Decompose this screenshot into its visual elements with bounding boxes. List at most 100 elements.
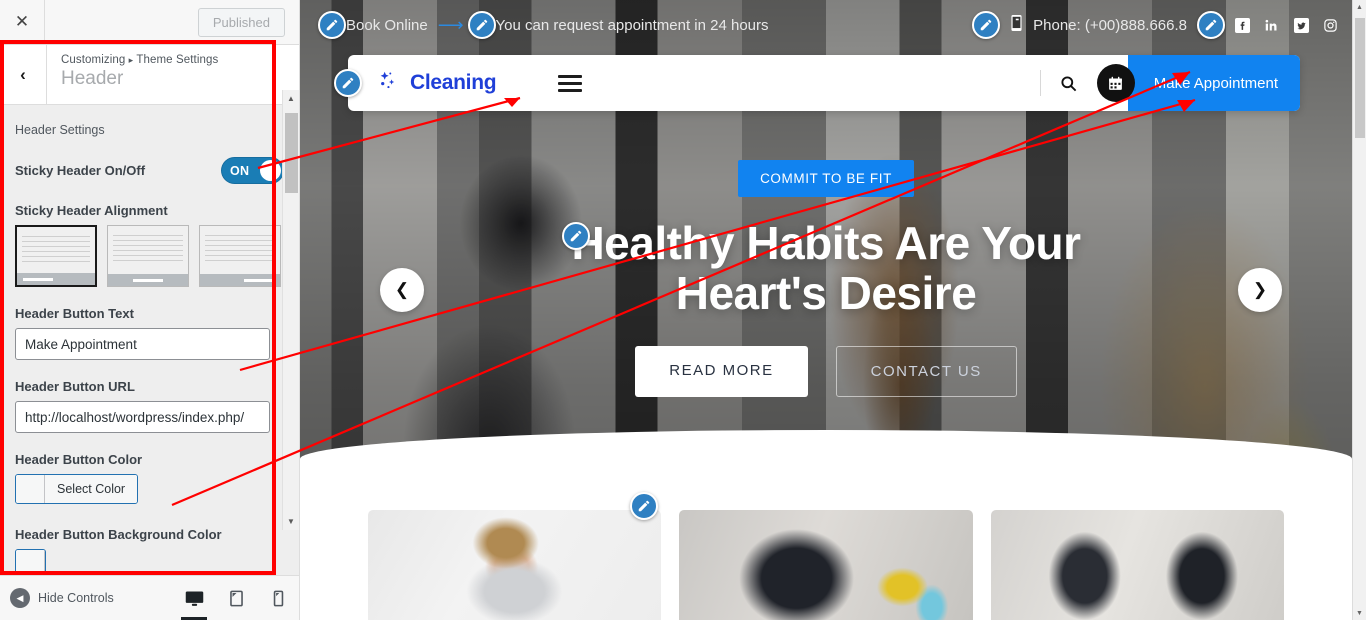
- edit-pencil-icon-services[interactable]: [630, 492, 658, 520]
- edit-pencil-icon-phone[interactable]: [972, 11, 1001, 39]
- alignment-option-left[interactable]: [15, 225, 97, 287]
- linkedin-icon[interactable]: [1264, 18, 1280, 33]
- hero-section: COMMIT TO BE FIT Healthy Habits Are Your…: [300, 160, 1352, 398]
- preview-scrollbar-thumb[interactable]: [1354, 18, 1365, 138]
- service-card-3[interactable]: [990, 510, 1284, 620]
- hero-title-line-1: Healthy Habits Are Your: [571, 217, 1081, 269]
- customizer-app: ✕ Published ‹ Customizing ▸ Theme Settin…: [0, 0, 1366, 620]
- hide-controls-button[interactable]: ◀ Hide Controls: [10, 588, 114, 608]
- section-label-header-settings: Header Settings: [15, 123, 105, 137]
- page-title: Header: [61, 68, 124, 89]
- header-button-color-picker[interactable]: Select Color: [15, 474, 139, 504]
- device-preview-switcher: [173, 576, 299, 620]
- tablet-icon[interactable]: [215, 576, 257, 620]
- thumbnail-lines: [22, 232, 90, 273]
- edit-pencil-icon-book-online[interactable]: [318, 11, 346, 39]
- scroll-up-icon[interactable]: ▲: [282, 90, 299, 107]
- toggle-knob: [260, 160, 281, 181]
- sparkle-icon: [376, 68, 402, 99]
- service-card-1[interactable]: [368, 510, 662, 620]
- customizer-footer: ◀ Hide Controls: [0, 575, 299, 620]
- preview-scroll-down-icon[interactable]: ▼: [1353, 606, 1366, 620]
- breadcrumb-prefix: Customizing: [61, 54, 126, 66]
- thumbnail-bar: [17, 273, 95, 285]
- hide-controls-label: Hide Controls: [38, 591, 114, 605]
- mobile-icon[interactable]: [257, 576, 299, 620]
- breadcrumb-parent[interactable]: Theme Settings: [136, 54, 218, 66]
- customizer-topbar: ✕ Published: [0, 0, 299, 45]
- chevron-left-icon[interactable]: ‹: [0, 45, 47, 104]
- edit-pencil-icon-hero-title[interactable]: [562, 222, 590, 250]
- topbar-right-group: Phone: (+00)888.666.8: [972, 11, 1352, 39]
- contact-us-button[interactable]: CONTACT US: [835, 346, 1017, 398]
- header-button-bg-color-label: Header Button Background Color: [15, 527, 222, 542]
- service-cards-row: [300, 510, 1352, 620]
- search-icon[interactable]: [1041, 74, 1097, 93]
- read-more-button[interactable]: READ MORE: [635, 346, 808, 398]
- customizer-controls-scroll: Header Settings Sticky Header On/Off ON …: [0, 105, 299, 575]
- sticky-header-toggle-row: Sticky Header On/Off ON: [15, 157, 284, 184]
- header-button-url-field: Header Button URL http://localhost/wordp…: [15, 379, 284, 433]
- customizer-sidebar: ✕ Published ‹ Customizing ▸ Theme Settin…: [0, 0, 300, 620]
- make-appointment-button[interactable]: Make Appointment: [1127, 55, 1300, 111]
- header-button-color-field: Header Button Color Select Color: [15, 452, 284, 508]
- header-button-url-label: Header Button URL: [15, 379, 135, 394]
- alignment-option-right[interactable]: [199, 225, 281, 287]
- scrollbar-thumb[interactable]: [284, 113, 298, 193]
- thumbnail-bar: [108, 274, 188, 286]
- close-icon[interactable]: ✕: [0, 0, 45, 44]
- breadcrumb: Customizing ▸ Theme Settings: [61, 54, 218, 66]
- nav-right-group: Make Appointment: [1039, 55, 1300, 111]
- alignment-option-center[interactable]: [107, 225, 189, 287]
- preview-scrollbar-track[interactable]: [1353, 14, 1366, 606]
- header-button-bg-color-picker[interactable]: [15, 549, 46, 575]
- sticky-header-label: Sticky Header On/Off: [15, 163, 146, 178]
- service-card-2[interactable]: [679, 510, 973, 620]
- carousel-prev-icon[interactable]: ❮: [380, 268, 424, 312]
- hero-title: Healthy Habits Are Your Heart's Desire: [300, 217, 1352, 319]
- scrollbar-track[interactable]: [283, 107, 300, 513]
- edit-pencil-icon-tagline[interactable]: [467, 11, 496, 39]
- brand-name: Cleaning: [410, 71, 497, 94]
- thumbnail-lines: [113, 231, 183, 274]
- hamburger-menu-icon[interactable]: [558, 74, 583, 92]
- twitter-icon[interactable]: [1294, 17, 1309, 33]
- sidebar-scrollbar[interactable]: ▲ ▼: [282, 90, 299, 530]
- facebook-icon[interactable]: [1235, 17, 1250, 33]
- site-logo[interactable]: Cleaning: [348, 68, 497, 99]
- phone-label: Phone: (+00)888.666.8: [1033, 16, 1187, 34]
- publish-button[interactable]: Published: [197, 7, 285, 37]
- preview-scroll-up-icon[interactable]: ▲: [1353, 0, 1366, 14]
- hero-title-line-2: Heart's Desire: [675, 266, 977, 319]
- edit-pencil-icon-header[interactable]: [334, 69, 362, 97]
- customizer-panel-header: ‹ Customizing ▸ Theme Settings Header: [0, 45, 299, 105]
- carousel-next-icon[interactable]: ❯: [1238, 268, 1282, 312]
- tagline-label: You can request appointment in 24 hours: [495, 16, 769, 34]
- panel-titles: Customizing ▸ Theme Settings Header: [47, 45, 230, 104]
- header-button-text-input[interactable]: Make Appointment: [15, 328, 270, 360]
- thumbnail-lines: [205, 231, 275, 274]
- header-button-color-label: Header Button Color: [15, 452, 143, 467]
- preview-scrollbar[interactable]: ▲ ▼: [1352, 0, 1366, 620]
- toggle-state-label: ON: [230, 163, 250, 178]
- color-swatch: [16, 475, 45, 503]
- calendar-icon[interactable]: [1096, 64, 1135, 102]
- header-button-text-label: Header Button Text: [15, 306, 134, 321]
- social-links: [1235, 17, 1338, 33]
- alignment-options: [15, 225, 284, 287]
- mobile-phone-icon: [1010, 14, 1023, 36]
- caret-left-circle-icon: ◀: [10, 588, 30, 608]
- site-header-nav: Cleaning Make Appointment: [334, 55, 1300, 111]
- desktop-icon[interactable]: [173, 576, 215, 620]
- book-online-label[interactable]: Book Online: [346, 17, 428, 34]
- header-button-url-input[interactable]: http://localhost/wordpress/index.php/: [15, 401, 270, 433]
- sticky-alignment-field: Sticky Header Alignment: [15, 203, 284, 287]
- select-color-button[interactable]: Select Color: [45, 475, 138, 503]
- sticky-header-toggle[interactable]: ON: [221, 157, 284, 184]
- customizer-body: ‹ Customizing ▸ Theme Settings Header He…: [0, 45, 299, 575]
- header-button-text-field: Header Button Text Make Appointment: [15, 306, 284, 360]
- instagram-icon[interactable]: [1323, 18, 1338, 33]
- sticky-alignment-label: Sticky Header Alignment: [15, 203, 168, 218]
- scroll-down-icon[interactable]: ▼: [282, 513, 299, 530]
- edit-pencil-icon-social[interactable]: [1197, 11, 1225, 39]
